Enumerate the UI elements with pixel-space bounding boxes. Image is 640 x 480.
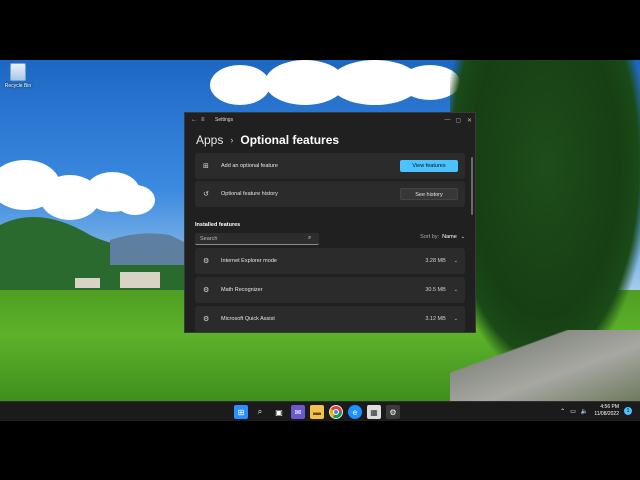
road [450, 330, 640, 401]
feature-gear-icon: ⚙ [203, 258, 210, 265]
feature-name: Math Recognizer [221, 287, 263, 293]
network-icon[interactable]: ▭ [570, 408, 576, 415]
search-icon[interactable]: ⌕ [253, 405, 267, 419]
feature-name: Microsoft Quick Assist [221, 316, 275, 322]
minimize-button[interactable]: — [442, 117, 453, 124]
chrome-icon[interactable] [329, 405, 343, 419]
view-features-button[interactable]: View features [400, 160, 458, 172]
see-history-button[interactable]: See history [400, 188, 458, 200]
feature-history-card: ↺ Optional feature history See history [195, 181, 465, 207]
scrollbar[interactable] [471, 157, 473, 215]
taskbar: ⊞ ⌕ ▣ ✉ ▬ e ▦ ⚙ ⌃ ▭ 🔈 4:56 PM 11/08/2022… [0, 401, 640, 421]
feature-name: Internet Explorer mode [221, 258, 277, 264]
history-icon: ↺ [203, 191, 209, 198]
desktop-icon-label: Recycle Bin [4, 83, 32, 89]
desktop-icon-recycle-bin[interactable]: Recycle Bin [3, 63, 33, 89]
chevron-down-icon[interactable]: ⌄ [461, 234, 465, 240]
chevron-up-icon[interactable]: ⌃ [560, 408, 565, 415]
window-title: Settings [215, 117, 234, 123]
file-explorer-icon[interactable]: ▬ [310, 405, 324, 419]
breadcrumb-apps[interactable]: Apps [196, 133, 223, 147]
feature-row[interactable]: ⚙ Math Recognizer 30.5 MB ⌄ [195, 277, 465, 303]
sort-value[interactable]: Name [442, 234, 457, 240]
installed-features-heading: Installed features [195, 222, 241, 228]
store-icon[interactable]: ▦ [367, 405, 381, 419]
search-box[interactable]: ⌕ [195, 233, 319, 245]
maximize-button[interactable]: ▢ [453, 117, 464, 124]
title-bar: ← ≡ Settings — ▢ ✕ [185, 113, 475, 127]
feature-size: 30.5 MB [425, 287, 446, 293]
expand-chevron-icon[interactable]: ⌄ [454, 316, 458, 322]
notification-badge[interactable]: 1 [624, 407, 632, 415]
feature-gear-icon: ⚙ [203, 316, 210, 323]
system-tray: ⌃ ▭ 🔈 4:56 PM 11/08/2022 1 [555, 404, 632, 418]
search-icon[interactable]: ⌕ [308, 235, 311, 242]
close-button[interactable]: ✕ [464, 117, 475, 124]
task-view-icon[interactable]: ▣ [272, 405, 286, 419]
menu-icon[interactable]: ≡ [201, 117, 211, 123]
breadcrumb-separator: › [230, 134, 234, 145]
clock[interactable]: 4:56 PM 11/08/2022 [594, 404, 619, 418]
settings-window: ← ≡ Settings — ▢ ✕ Apps › Optional featu… [184, 112, 476, 333]
volume-icon[interactable]: 🔈 [581, 408, 588, 415]
feature-row[interactable]: ⚙ Microsoft Quick Assist 3.12 MB ⌄ [195, 306, 465, 332]
feature-gear-icon: ⚙ [203, 287, 210, 294]
chat-icon[interactable]: ✉ [291, 405, 305, 419]
recycle-bin-icon [10, 63, 26, 81]
sort-control[interactable]: Sort by: Name ⌄ [420, 234, 465, 240]
feature-row[interactable]: ⚙ Internet Explorer mode 3.28 MB ⌄ [195, 248, 465, 274]
clock-time: 4:56 PM [600, 404, 619, 410]
search-input[interactable] [200, 235, 308, 242]
edge-icon[interactable]: e [348, 405, 362, 419]
breadcrumb: Apps › Optional features [185, 127, 475, 149]
page-title: Optional features [240, 132, 340, 147]
trees [450, 60, 640, 360]
feature-history-label: Optional feature history [221, 191, 278, 197]
sort-label: Sort by: [420, 234, 440, 240]
expand-chevron-icon[interactable]: ⌄ [454, 287, 458, 293]
clock-date: 11/08/2022 [594, 411, 619, 417]
start-icon[interactable]: ⊞ [234, 405, 248, 419]
expand-chevron-icon[interactable]: ⌄ [454, 258, 458, 264]
add-feature-icon: ⊞ [203, 163, 209, 170]
desktop-wallpaper: Recycle Bin ← ≡ Settings — ▢ ✕ Apps › Op… [0, 60, 640, 401]
feature-size: 3.28 MB [425, 258, 446, 264]
screen: Recycle Bin ← ≡ Settings — ▢ ✕ Apps › Op… [0, 60, 640, 421]
back-arrow-icon[interactable]: ← [191, 117, 201, 123]
add-feature-label: Add an optional feature [221, 163, 278, 169]
settings-icon[interactable]: ⚙ [386, 405, 400, 419]
add-feature-card: ⊞ Add an optional feature View features [195, 153, 465, 179]
feature-size: 3.12 MB [425, 316, 446, 322]
